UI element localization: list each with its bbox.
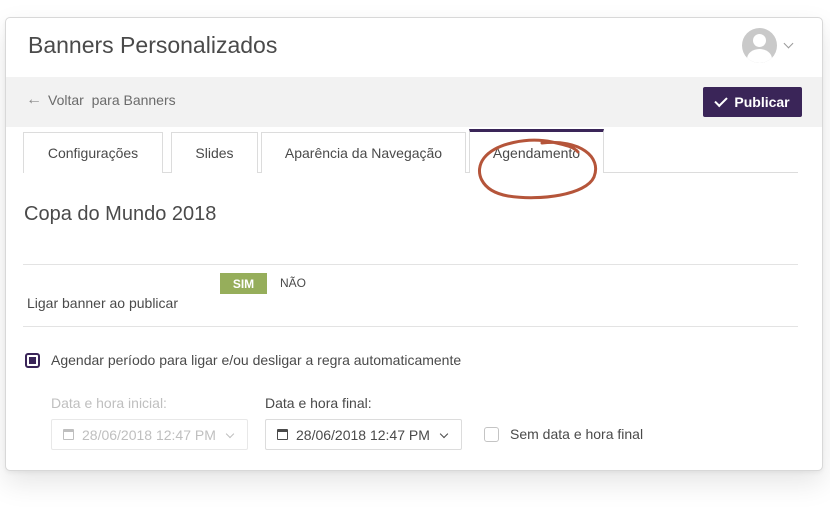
tab-label: Configurações	[47, 145, 139, 161]
end-datetime-input[interactable]: 28/06/2018 12:47 PM	[265, 419, 462, 450]
toggle-sim-button[interactable]: SIM	[220, 273, 267, 294]
section-title: Copa do Mundo 2018	[24, 203, 217, 225]
back-link[interactable]: ← Voltar para Banners	[26, 91, 176, 109]
publish-toggle-label: Ligar banner ao publicar	[27, 295, 178, 311]
end-datetime-label: Data e hora final:	[265, 395, 372, 411]
tab-label: Slides	[195, 145, 234, 161]
tab-aparencia-navegacao[interactable]: Aparência da Navegação	[261, 132, 466, 173]
start-datetime-input[interactable]: 28/06/2018 12:47 PM	[51, 419, 248, 450]
no-end-date-checkbox[interactable]	[484, 427, 499, 442]
avatar-shoulders	[747, 49, 772, 63]
start-datetime-value: 28/06/2018 12:47 PM	[82, 426, 216, 443]
tab-label: Aparência da Navegação	[284, 145, 443, 161]
header: Banners Personalizados	[6, 18, 822, 77]
avatar-head	[753, 34, 766, 47]
toolbar: ← Voltar para Banners Publicar	[6, 77, 822, 127]
start-datetime-label: Data e hora inicial:	[51, 395, 167, 411]
tab-slides[interactable]: Slides	[171, 132, 258, 173]
end-datetime-value: 28/06/2018 12:47 PM	[296, 426, 430, 443]
avatar[interactable]	[742, 28, 777, 63]
tab-label: Agendamento	[492, 144, 581, 161]
tab-configuracoes[interactable]: Configurações	[23, 132, 163, 173]
divider	[23, 264, 798, 265]
tab-bar: Configurações Slides Aparência da Navega…	[23, 129, 798, 173]
back-link-label: Voltar para Banners	[48, 92, 176, 108]
check-icon	[714, 93, 729, 107]
divider	[23, 326, 798, 327]
schedule-checkbox[interactable]	[25, 353, 40, 368]
schedule-checkbox-label: Agendar período para ligar e/ou desligar…	[51, 352, 462, 368]
tab-agendamento[interactable]: Agendamento	[469, 129, 604, 173]
chevron-down-icon[interactable]	[783, 38, 794, 49]
page-title: Banners Personalizados	[28, 32, 278, 58]
toggle-nao-button[interactable]: NÃO	[280, 276, 306, 290]
arrow-left-icon: ←	[26, 91, 42, 108]
publish-button[interactable]: Publicar	[703, 87, 802, 117]
publish-button-label: Publicar	[734, 94, 790, 110]
user-menu[interactable]	[742, 28, 794, 63]
chevron-down-icon	[439, 429, 449, 439]
calendar-icon	[277, 429, 288, 440]
calendar-icon	[63, 429, 74, 440]
chevron-down-icon	[225, 429, 235, 439]
no-end-date-label: Sem data e hora final	[510, 426, 644, 442]
